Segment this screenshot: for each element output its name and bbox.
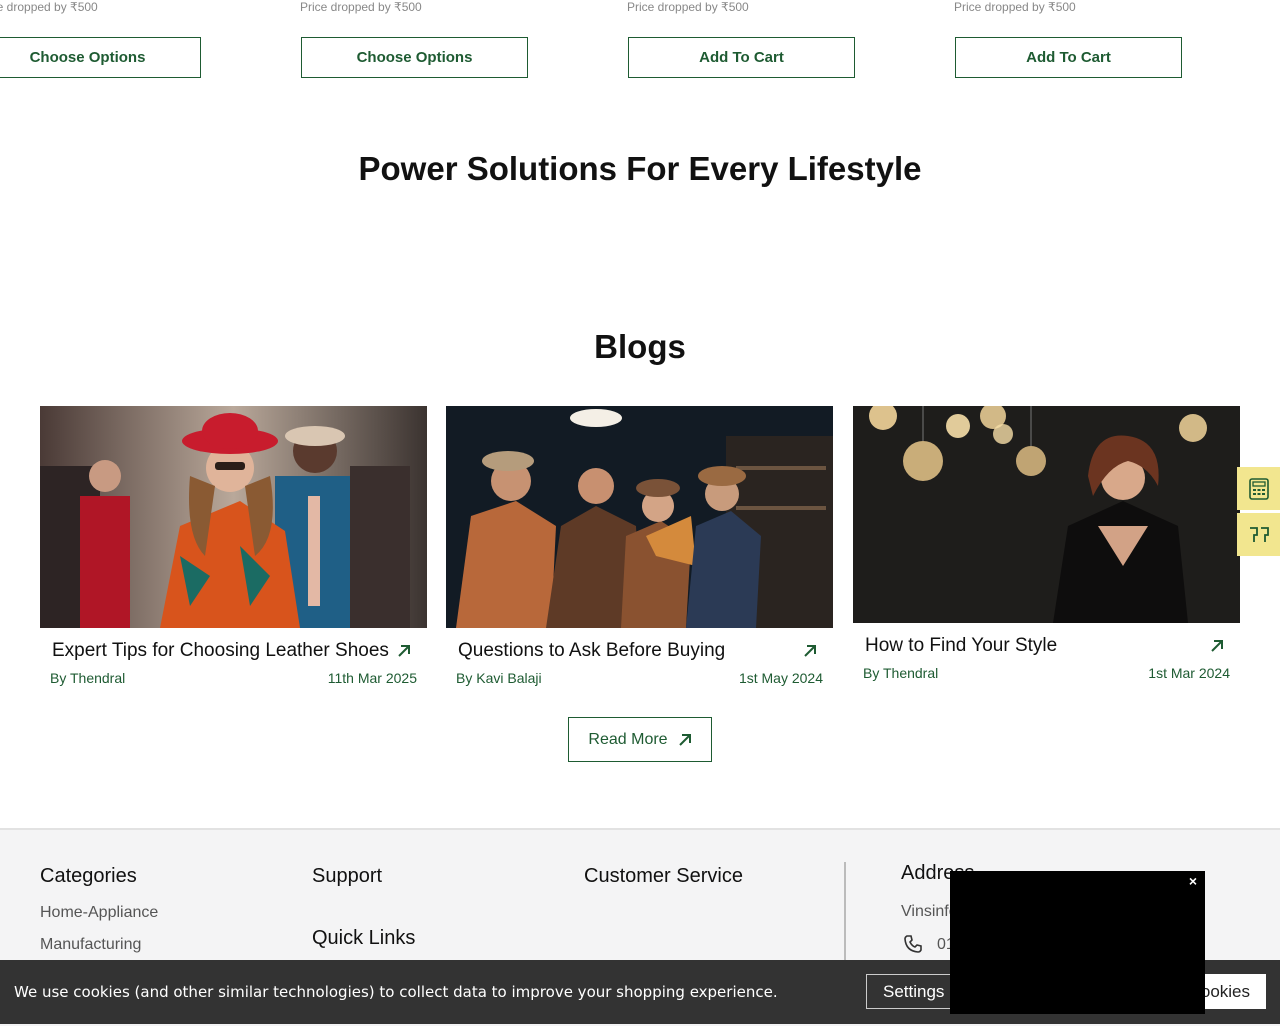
support-heading: Support: [312, 865, 383, 887]
quote-icon: [1249, 526, 1269, 542]
quote-widget[interactable]: [1237, 513, 1280, 556]
blog-image[interactable]: [446, 406, 833, 628]
blog-title[interactable]: Questions to Ask Before Buying: [458, 640, 725, 662]
blogs-heading: Blogs: [594, 328, 686, 365]
blog-date: 1st May 2024: [738, 670, 823, 686]
add-to-cart-button[interactable]: Add To Cart: [628, 37, 855, 78]
footer-link-manufacturing[interactable]: Manufacturing: [40, 936, 141, 954]
price-drop-note: Price dropped by ₹500: [954, 0, 1076, 14]
power-solutions-heading: Power Solutions For Every Lifestyle: [358, 150, 922, 187]
calculator-icon: [1248, 477, 1269, 500]
choose-options-button[interactable]: Choose Options: [301, 37, 528, 78]
arrow-up-right-icon[interactable]: [803, 644, 817, 658]
read-more-button[interactable]: Read More: [568, 717, 712, 762]
blog-image[interactable]: [853, 406, 1240, 623]
close-icon[interactable]: ×: [1189, 873, 1197, 889]
arrow-up-right-icon[interactable]: [1210, 639, 1224, 653]
footer-link-home-appliance[interactable]: Home-Appliance: [40, 904, 158, 922]
blog-card[interactable]: Expert Tips for Choosing Leather Shoes B…: [40, 406, 427, 688]
blog-date: 1st Mar 2024: [1148, 665, 1230, 681]
calculator-widget[interactable]: [1237, 467, 1280, 510]
quick-links-heading: Quick Links: [312, 927, 416, 949]
read-more-label: Read More: [588, 730, 668, 748]
blog-author: By Kavi Balaji: [456, 670, 542, 686]
price-drop-note: Price dropped by ₹500: [627, 0, 749, 14]
price-drop-note: Price dropped by ₹500: [0, 0, 98, 14]
blog-author: By Thendral: [50, 670, 126, 686]
arrow-up-right-icon: [678, 733, 691, 746]
blog-date: 11th Mar 2025: [327, 670, 417, 686]
blog-title[interactable]: Expert Tips for Choosing Leather Shoes: [52, 640, 389, 662]
cookie-message: We use cookies (and other similar techno…: [14, 983, 778, 1001]
choose-options-button[interactable]: Choose Options: [0, 37, 201, 78]
video-popup[interactable]: ×: [950, 871, 1205, 1014]
cookie-settings-button[interactable]: Settings: [866, 974, 962, 1009]
phone-icon: [904, 935, 922, 953]
categories-heading: Categories: [40, 865, 137, 887]
arrow-up-right-icon[interactable]: [397, 644, 411, 658]
blog-card[interactable]: Questions to Ask Before Buying By Kavi B…: [446, 406, 833, 688]
blog-title[interactable]: How to Find Your Style: [865, 635, 1057, 657]
blog-author: By Thendral: [863, 665, 939, 681]
customer-service-heading: Customer Service: [584, 865, 743, 887]
blog-image[interactable]: [40, 406, 427, 628]
price-drop-note: Price dropped by ₹500: [300, 0, 422, 14]
blog-card[interactable]: How to Find Your Style By Thendral 1st M…: [853, 406, 1240, 683]
footer-divider: [844, 862, 846, 972]
add-to-cart-button[interactable]: Add To Cart: [955, 37, 1182, 78]
